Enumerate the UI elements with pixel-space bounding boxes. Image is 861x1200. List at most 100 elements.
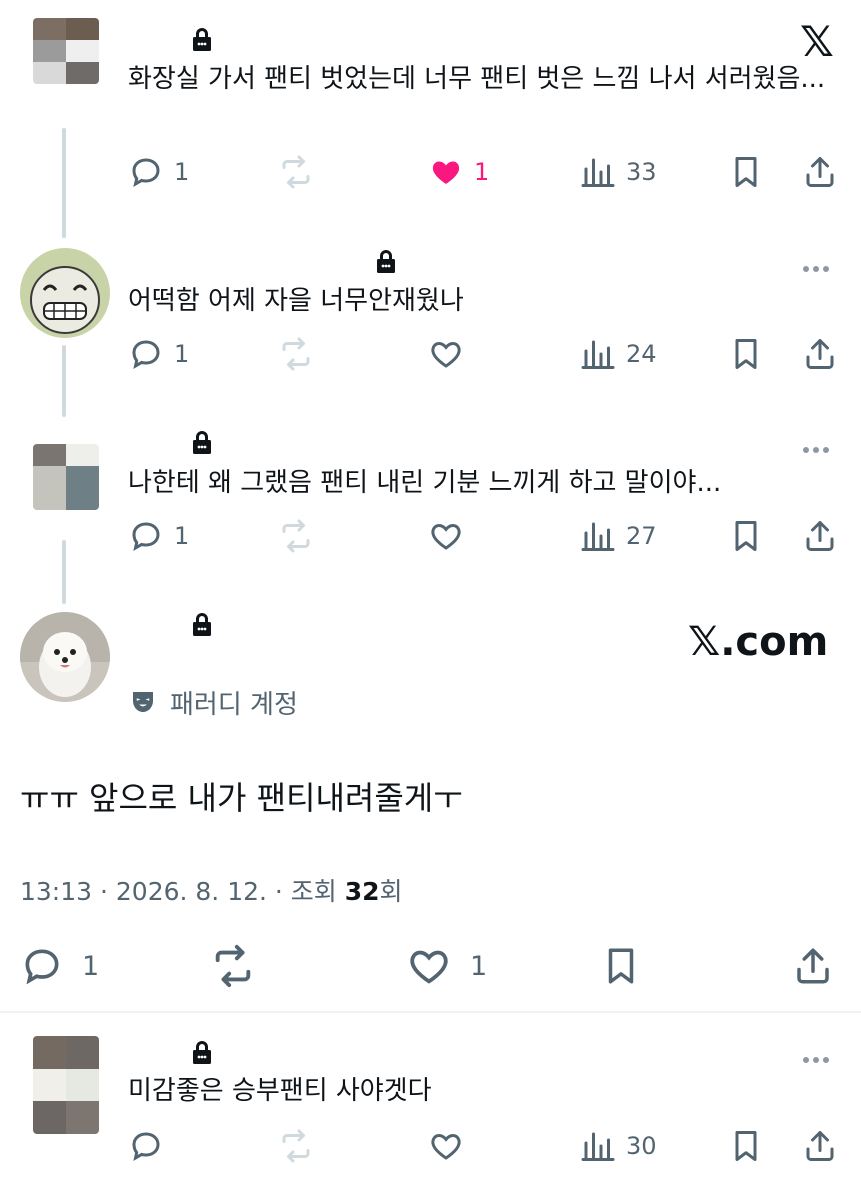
retweet-icon: [278, 1128, 314, 1164]
timestamp[interactable]: 13:13 · 2026. 8. 12. · 조회: [20, 877, 345, 906]
like-button[interactable]: [428, 516, 464, 556]
lock-icon: [374, 248, 398, 274]
retweet-button[interactable]: [278, 516, 314, 556]
reply-button[interactable]: 1: [128, 334, 189, 374]
view-count: 27: [626, 522, 657, 550]
divider: [0, 1011, 861, 1013]
share-icon: [802, 518, 838, 554]
more-options-button[interactable]: [803, 257, 837, 272]
share-icon: [802, 154, 838, 190]
share-button[interactable]: [802, 334, 838, 374]
views-icon: [580, 154, 616, 190]
like-button[interactable]: 1: [428, 152, 489, 192]
reply-icon: [128, 154, 164, 190]
bookmark-icon: [728, 336, 764, 372]
views-suffix: 회: [379, 877, 403, 906]
avatar[interactable]: [33, 1036, 99, 1134]
share-button[interactable]: [802, 152, 838, 192]
bookmark-icon: [728, 1128, 764, 1164]
bookmark-button[interactable]: [728, 516, 764, 556]
views-icon: [580, 1128, 616, 1164]
reply-count: 1: [82, 950, 100, 982]
retweet-icon: [278, 154, 314, 190]
views-icon: [580, 336, 616, 372]
tweet-actions: 1 1 33: [128, 152, 838, 192]
reply-button[interactable]: [128, 1126, 164, 1166]
view-count: 32: [344, 877, 380, 906]
views-button[interactable]: 24: [580, 334, 657, 374]
like-button[interactable]: [428, 334, 464, 374]
heart-filled-icon: [428, 154, 464, 190]
heart-icon: [428, 336, 464, 372]
tweet-text: 나한테 왜 그랬음 팬티 내린 기분 느끼게 하고 말이야...: [128, 468, 722, 498]
dog-avatar-icon: [20, 612, 110, 697]
parody-badge: 패러디 계정: [128, 684, 298, 720]
more-options-button[interactable]: [803, 438, 837, 453]
view-count: 30: [626, 1132, 657, 1160]
avatar[interactable]: [20, 612, 110, 702]
like-count: 1: [470, 950, 488, 982]
tweet-meta: 13:13 · 2026. 8. 12. · 조회 32회: [20, 874, 403, 910]
tweet-actions: 1 27: [128, 516, 838, 556]
main-tweet-actions: 1 1: [20, 942, 840, 990]
reply-button[interactable]: 1: [128, 152, 189, 192]
like-count: 1: [474, 158, 490, 186]
share-button[interactable]: [792, 942, 834, 990]
bookmark-button[interactable]: [728, 334, 764, 374]
retweet-button[interactable]: [278, 334, 314, 374]
avatar[interactable]: [33, 18, 99, 84]
tweet-text: 미감좋은 승부팬티 사야겟다: [128, 1076, 432, 1106]
lock-icon: [190, 611, 214, 637]
share-button[interactable]: [802, 1126, 838, 1166]
x-com-logo: 𝕏.com: [688, 619, 829, 665]
bookmark-button[interactable]: [728, 1126, 764, 1166]
avatar[interactable]: [33, 444, 99, 510]
avatar[interactable]: [20, 248, 110, 338]
bookmark-icon: [728, 518, 764, 554]
like-button[interactable]: 1: [406, 942, 487, 990]
lock-icon: [190, 429, 214, 455]
reply-icon: [128, 1128, 164, 1164]
reply-icon: [128, 518, 164, 554]
heart-icon: [428, 1128, 464, 1164]
bookmark-button[interactable]: [728, 152, 764, 192]
reply-button[interactable]: 1: [128, 516, 189, 556]
view-count: 24: [626, 340, 657, 368]
share-icon: [802, 336, 838, 372]
retweet-icon: [278, 336, 314, 372]
views-button[interactable]: 33: [580, 152, 657, 192]
retweet-icon: [278, 518, 314, 554]
x-logo: 𝕏: [800, 17, 834, 66]
more-options-button[interactable]: [803, 1048, 837, 1063]
views-button[interactable]: 27: [580, 516, 657, 556]
retweet-button[interactable]: [278, 1126, 314, 1166]
thread-line: [62, 345, 66, 417]
share-button[interactable]: [802, 516, 838, 556]
reply-count: 1: [174, 340, 190, 368]
views-button[interactable]: 30: [580, 1126, 657, 1166]
tweet-text: 화장실 가서 팬티 벗었는데 너무 팬티 벗은 느낌 나서 서러웠음...: [128, 64, 826, 94]
bookmark-button[interactable]: [600, 942, 642, 990]
tweet-text: 어떡함 어제 자을 너무안재웠나: [128, 286, 464, 316]
retweet-icon: [210, 943, 256, 989]
heart-icon: [428, 518, 464, 554]
view-count: 33: [626, 158, 657, 186]
reply-button[interactable]: 1: [20, 942, 99, 990]
parody-label: 패러디 계정: [170, 689, 298, 720]
reply-icon: [20, 944, 64, 988]
heart-icon: [406, 943, 452, 989]
tweet-actions: 1 24: [128, 334, 838, 374]
main-tweet-text: ㅠㅠ 앞으로 내가 팬티내려줄게ㅜ: [20, 779, 463, 817]
share-icon: [792, 945, 834, 987]
retweet-button[interactable]: [210, 942, 256, 990]
bookmark-icon: [728, 154, 764, 190]
retweet-button[interactable]: [278, 152, 314, 192]
mask-icon: [133, 692, 153, 712]
lock-icon: [190, 1039, 214, 1065]
smiley-face-icon: [30, 266, 100, 334]
reply-count: 1: [174, 522, 190, 550]
like-button[interactable]: [428, 1126, 464, 1166]
reply-icon: [128, 336, 164, 372]
views-icon: [580, 518, 616, 554]
thread-line: [62, 128, 66, 238]
